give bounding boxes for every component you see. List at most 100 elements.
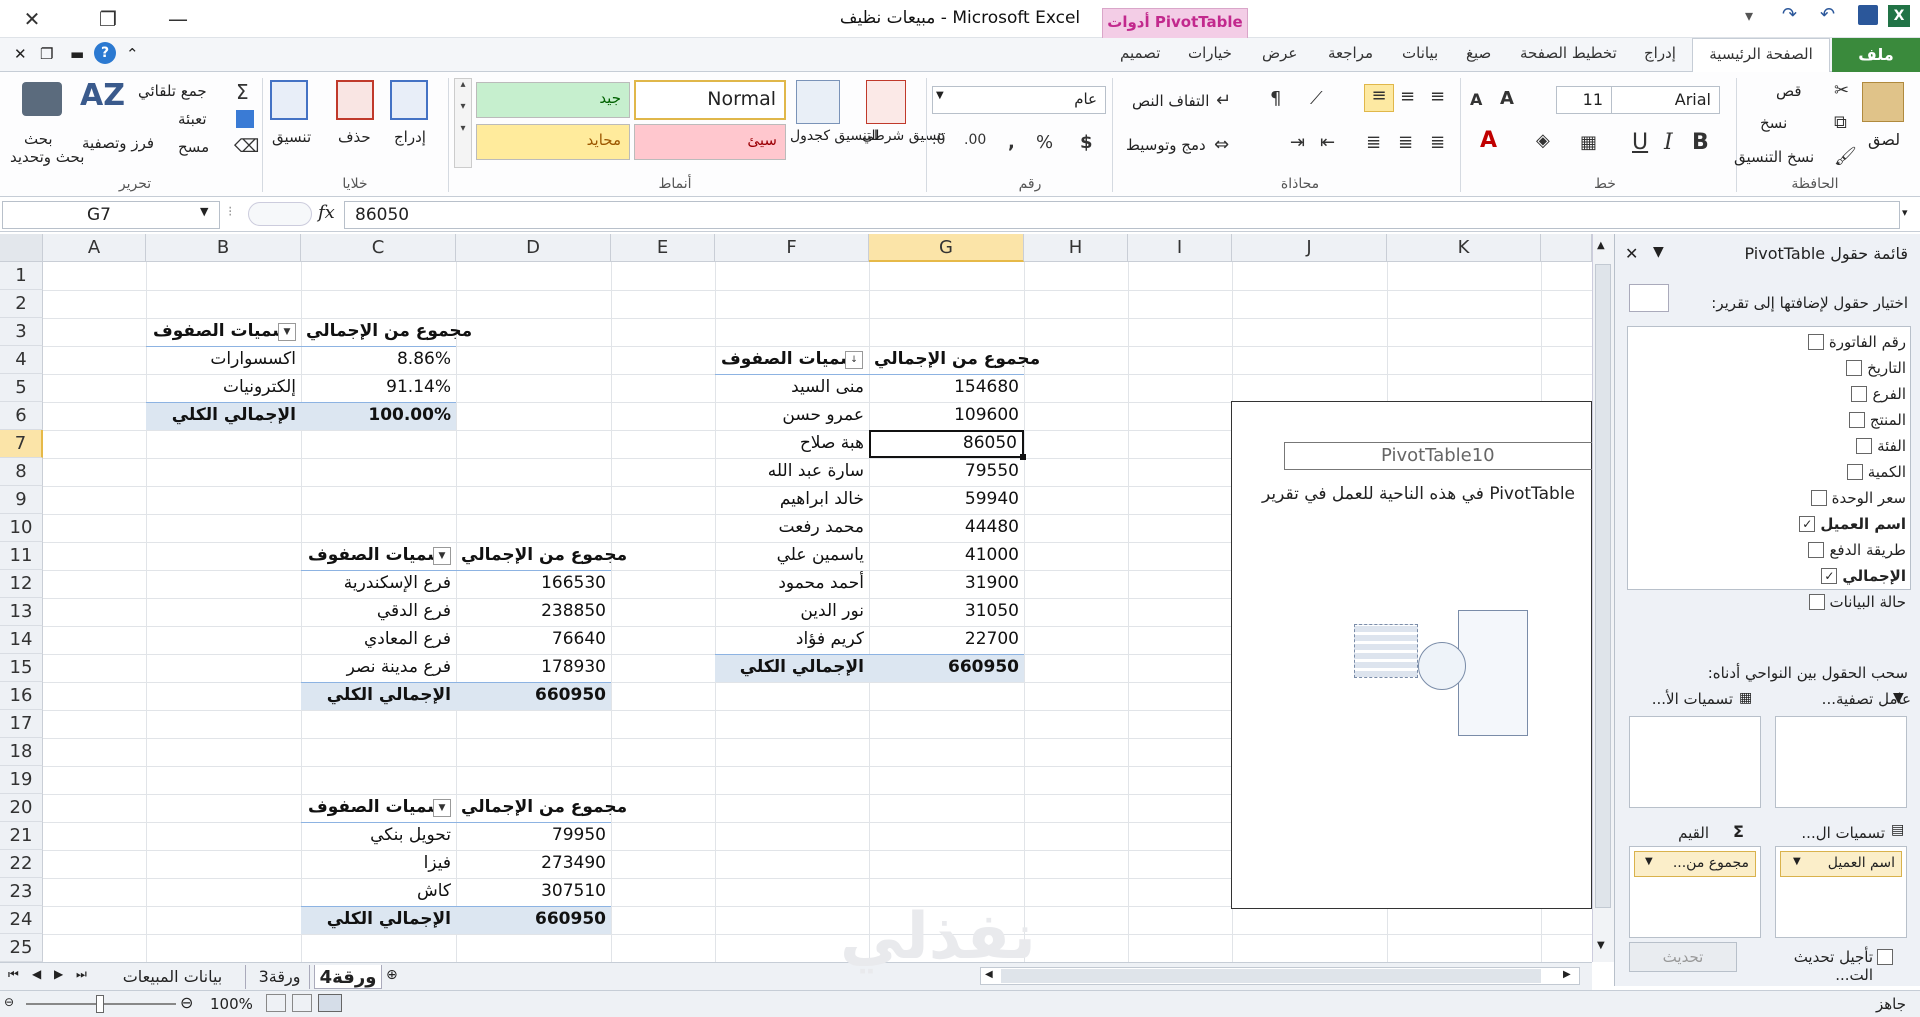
merge-center-label[interactable]: دمج وتوسيط xyxy=(1126,136,1206,154)
row-header[interactable]: 18 xyxy=(0,738,43,766)
formula-collapse-icon[interactable]: ▾ xyxy=(1902,206,1908,219)
tab-formulas[interactable]: صيغ xyxy=(1466,44,1491,62)
window-restore-icon[interactable]: ❐ xyxy=(40,45,53,63)
pivot4-row-label[interactable]: كريم فؤاد xyxy=(715,626,869,654)
conditional-format-label[interactable]: تنسيق شرطي xyxy=(862,128,945,144)
column-header-b[interactable]: B xyxy=(146,234,301,262)
pivot4-row-label[interactable]: خالد ابراهيم xyxy=(715,486,869,514)
help-icon[interactable]: ? xyxy=(94,42,116,64)
next-sheet-icon[interactable]: ▶ xyxy=(54,967,63,981)
field-checkbox[interactable] xyxy=(1807,334,1824,350)
field-checkbox[interactable]: ✓ xyxy=(1821,568,1838,584)
scroll-down-icon[interactable]: ▼ xyxy=(1597,940,1605,951)
pivot3-header-sum[interactable]: مجموع من الإجمالي xyxy=(456,794,627,822)
page-layout-view-icon[interactable] xyxy=(292,994,312,1012)
field-checkbox[interactable] xyxy=(1808,542,1825,558)
column-header-i[interactable]: I xyxy=(1128,234,1232,262)
field-item[interactable]: الفئة xyxy=(1856,437,1906,455)
pivot3-row-value[interactable]: 273490 xyxy=(456,850,611,878)
pivot1-row-label[interactable]: إلكترونيات xyxy=(146,374,301,402)
tab-file[interactable]: ملف xyxy=(1832,38,1920,72)
brush-icon[interactable]: 🖌 xyxy=(1834,146,1857,167)
grow-font-icon[interactable]: A xyxy=(1500,88,1514,109)
italic-button[interactable]: I xyxy=(1664,130,1673,155)
row-header[interactable]: 17 xyxy=(0,710,43,738)
pivot4-row-value[interactable]: 22700 xyxy=(869,626,1024,654)
select-all-corner[interactable] xyxy=(0,234,43,262)
pivot2-row-value[interactable]: 166530 xyxy=(456,570,611,598)
save-icon[interactable] xyxy=(1858,5,1878,25)
column-header-extra[interactable] xyxy=(1541,234,1592,262)
empty-pivot-placeholder[interactable]: PivotTable10 PivotTable في هذه الناحية ل… xyxy=(1231,401,1592,909)
tab-review[interactable]: مراجعة xyxy=(1328,44,1373,62)
row-header[interactable]: 16 xyxy=(0,682,43,710)
tab-insert[interactable]: إدراج xyxy=(1644,44,1676,62)
pivot3-row-value[interactable]: 79950 xyxy=(456,822,611,850)
pivot2-row-value[interactable]: 76640 xyxy=(456,626,611,654)
pivot4-row-label[interactable]: عمرو حسن xyxy=(715,402,869,430)
scroll-left-icon[interactable]: ◀ xyxy=(985,969,993,980)
minimize-icon[interactable]: — xyxy=(158,0,198,38)
row-header[interactable]: 5 xyxy=(0,374,43,402)
format-painter-label[interactable]: نسخ التنسيق xyxy=(1734,148,1814,166)
field-checkbox[interactable] xyxy=(1851,386,1868,402)
column-header-h[interactable]: H xyxy=(1024,234,1128,262)
pivot1-row-value[interactable]: 91.14% xyxy=(301,374,456,402)
tab-view[interactable]: عرض xyxy=(1262,44,1297,62)
row-header[interactable]: 22 xyxy=(0,850,43,878)
field-item[interactable]: رقم الفاتورة xyxy=(1807,333,1906,351)
close-icon[interactable]: ✕ xyxy=(12,0,52,38)
last-sheet-icon[interactable]: ⏭ xyxy=(76,967,87,982)
format-as-table-label[interactable]: التنسيق كجدول xyxy=(790,128,879,144)
sigma-icon[interactable]: Σ xyxy=(236,80,249,104)
row-header[interactable]: 4 xyxy=(0,346,43,374)
column-header-a[interactable]: A xyxy=(43,234,146,262)
pivot4-row-label[interactable]: منى السيد xyxy=(715,374,869,402)
qat-customize-icon[interactable]: ▾ xyxy=(1745,6,1753,25)
field-checkbox[interactable] xyxy=(1856,438,1873,454)
pivot1-total-value[interactable]: 100.00% xyxy=(301,402,456,430)
row-header[interactable]: 13 xyxy=(0,598,43,626)
pivot4-row-value[interactable]: 41000 xyxy=(869,542,1024,570)
pivot3-total-value[interactable]: 660950 xyxy=(456,906,611,934)
pivot4-row-value[interactable]: 109600 xyxy=(869,402,1024,430)
autosum-label[interactable]: جمع تلقائي xyxy=(138,82,207,100)
style-normal[interactable]: Normal xyxy=(634,80,786,120)
pivot2-filter-dropdown-icon[interactable]: ▼ xyxy=(433,547,451,565)
style-neutral[interactable]: محايد xyxy=(476,124,630,160)
delete-label[interactable]: حذف xyxy=(338,128,371,146)
row-header[interactable]: 23 xyxy=(0,878,43,906)
pivot4-row-value[interactable]: 79550 xyxy=(869,458,1024,486)
row-header[interactable]: 20 xyxy=(0,794,43,822)
decrease-decimal-icon[interactable]: .0 xyxy=(932,132,945,148)
columns-area-box[interactable] xyxy=(1629,716,1761,808)
pivot2-row-label[interactable]: فرع الإسكندرية xyxy=(301,570,456,598)
new-sheet-icon[interactable]: ⊕ xyxy=(386,967,398,983)
zoom-out-icon[interactable]: ⊖ xyxy=(4,995,14,1009)
pivot4-header-sum[interactable]: مجموع من الإجمالي xyxy=(869,346,1040,374)
row-header[interactable]: 19 xyxy=(0,766,43,794)
fill-color-icon[interactable]: ◈ xyxy=(1536,130,1550,151)
value-field-dropdown-icon[interactable]: ▼ xyxy=(1645,856,1653,867)
pivot2-row-label[interactable]: فرع الدقي xyxy=(301,598,456,626)
pivot1-header-sum[interactable]: مجموع من الإجمالي xyxy=(301,318,472,346)
find-select-label[interactable]: بحث وتحديد xyxy=(10,148,84,166)
pivot4-row-value[interactable]: 44480 xyxy=(869,514,1024,542)
pivot1-filter-dropdown-icon[interactable]: ▼ xyxy=(278,323,296,341)
restore-icon[interactable]: ❐ xyxy=(88,0,128,38)
paste-button[interactable]: لصق xyxy=(1868,130,1900,149)
pivot1-total-label[interactable]: الإجمالي الكلي xyxy=(146,402,301,430)
row-header[interactable]: 1 xyxy=(0,262,43,290)
namebox-dropdown-icon[interactable]: ▼ xyxy=(200,205,208,218)
column-header-d[interactable]: D xyxy=(456,234,611,262)
redo-icon[interactable]: ↷ xyxy=(1782,4,1797,25)
defer-update-checkbox[interactable] xyxy=(1877,949,1893,965)
pivot3-row-label[interactable]: تحويل بنكي xyxy=(301,822,456,850)
pivot4-row-value[interactable]: 31050 xyxy=(869,598,1024,626)
scissors-icon[interactable]: ✂ xyxy=(1834,80,1849,101)
zoom-level[interactable]: 100% xyxy=(210,995,253,1013)
row-header[interactable]: 14 xyxy=(0,626,43,654)
zoom-slider-thumb[interactable] xyxy=(96,995,104,1013)
field-item[interactable]: الفرع xyxy=(1851,385,1906,403)
cut-label[interactable]: قص xyxy=(1776,82,1802,100)
